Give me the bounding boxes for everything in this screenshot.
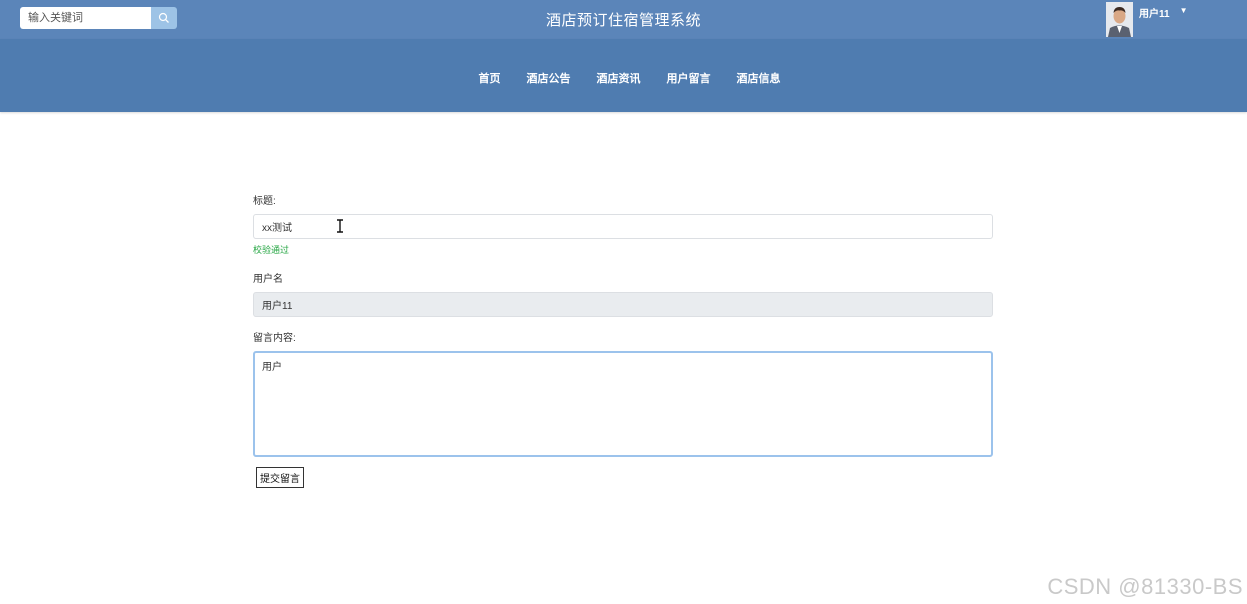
user-avatar[interactable] — [1106, 2, 1133, 37]
username-label: 用户名 — [253, 274, 283, 285]
content-textarea[interactable]: 用户 — [253, 351, 993, 457]
main-nav: 首页 酒店公告 酒店资讯 用户留言 酒店信息 — [0, 39, 1247, 112]
title-validation-text: 校验通过 — [253, 245, 290, 255]
username-input: 用户11 — [253, 292, 993, 317]
nav-item-messages[interactable]: 用户留言 — [667, 70, 711, 86]
title-input[interactable]: xx测试 — [253, 214, 993, 239]
nav-items: 首页 酒店公告 酒店资讯 用户留言 酒店信息 — [0, 70, 1247, 86]
top-bar: 酒店预订住宿管理系统 用户11 ▼ — [0, 0, 1247, 39]
text-cursor-icon — [337, 219, 343, 233]
user-menu[interactable]: 用户11 ▼ — [1106, 2, 1188, 37]
site-title: 酒店预订住宿管理系统 — [545, 12, 701, 29]
nav-item-home[interactable]: 首页 — [479, 70, 501, 86]
message-form: 标题: xx测试 校验通过 用户名 用户11 留言内容: 用户 提交留言 — [253, 192, 993, 488]
user-name[interactable]: 用户11 — [1139, 5, 1170, 20]
nav-item-news[interactable]: 酒店资讯 — [597, 70, 641, 86]
watermark: CSDN @81330-BS — [1047, 574, 1243, 599]
submit-button[interactable]: 提交留言 — [256, 467, 304, 488]
nav-item-hotel-info[interactable]: 酒店信息 — [737, 70, 781, 86]
title-label: 标题: — [253, 196, 276, 207]
nav-item-announcements[interactable]: 酒店公告 — [527, 70, 571, 86]
caret-down-icon[interactable]: ▼ — [1180, 6, 1188, 15]
content-label: 留言内容: — [253, 333, 296, 344]
